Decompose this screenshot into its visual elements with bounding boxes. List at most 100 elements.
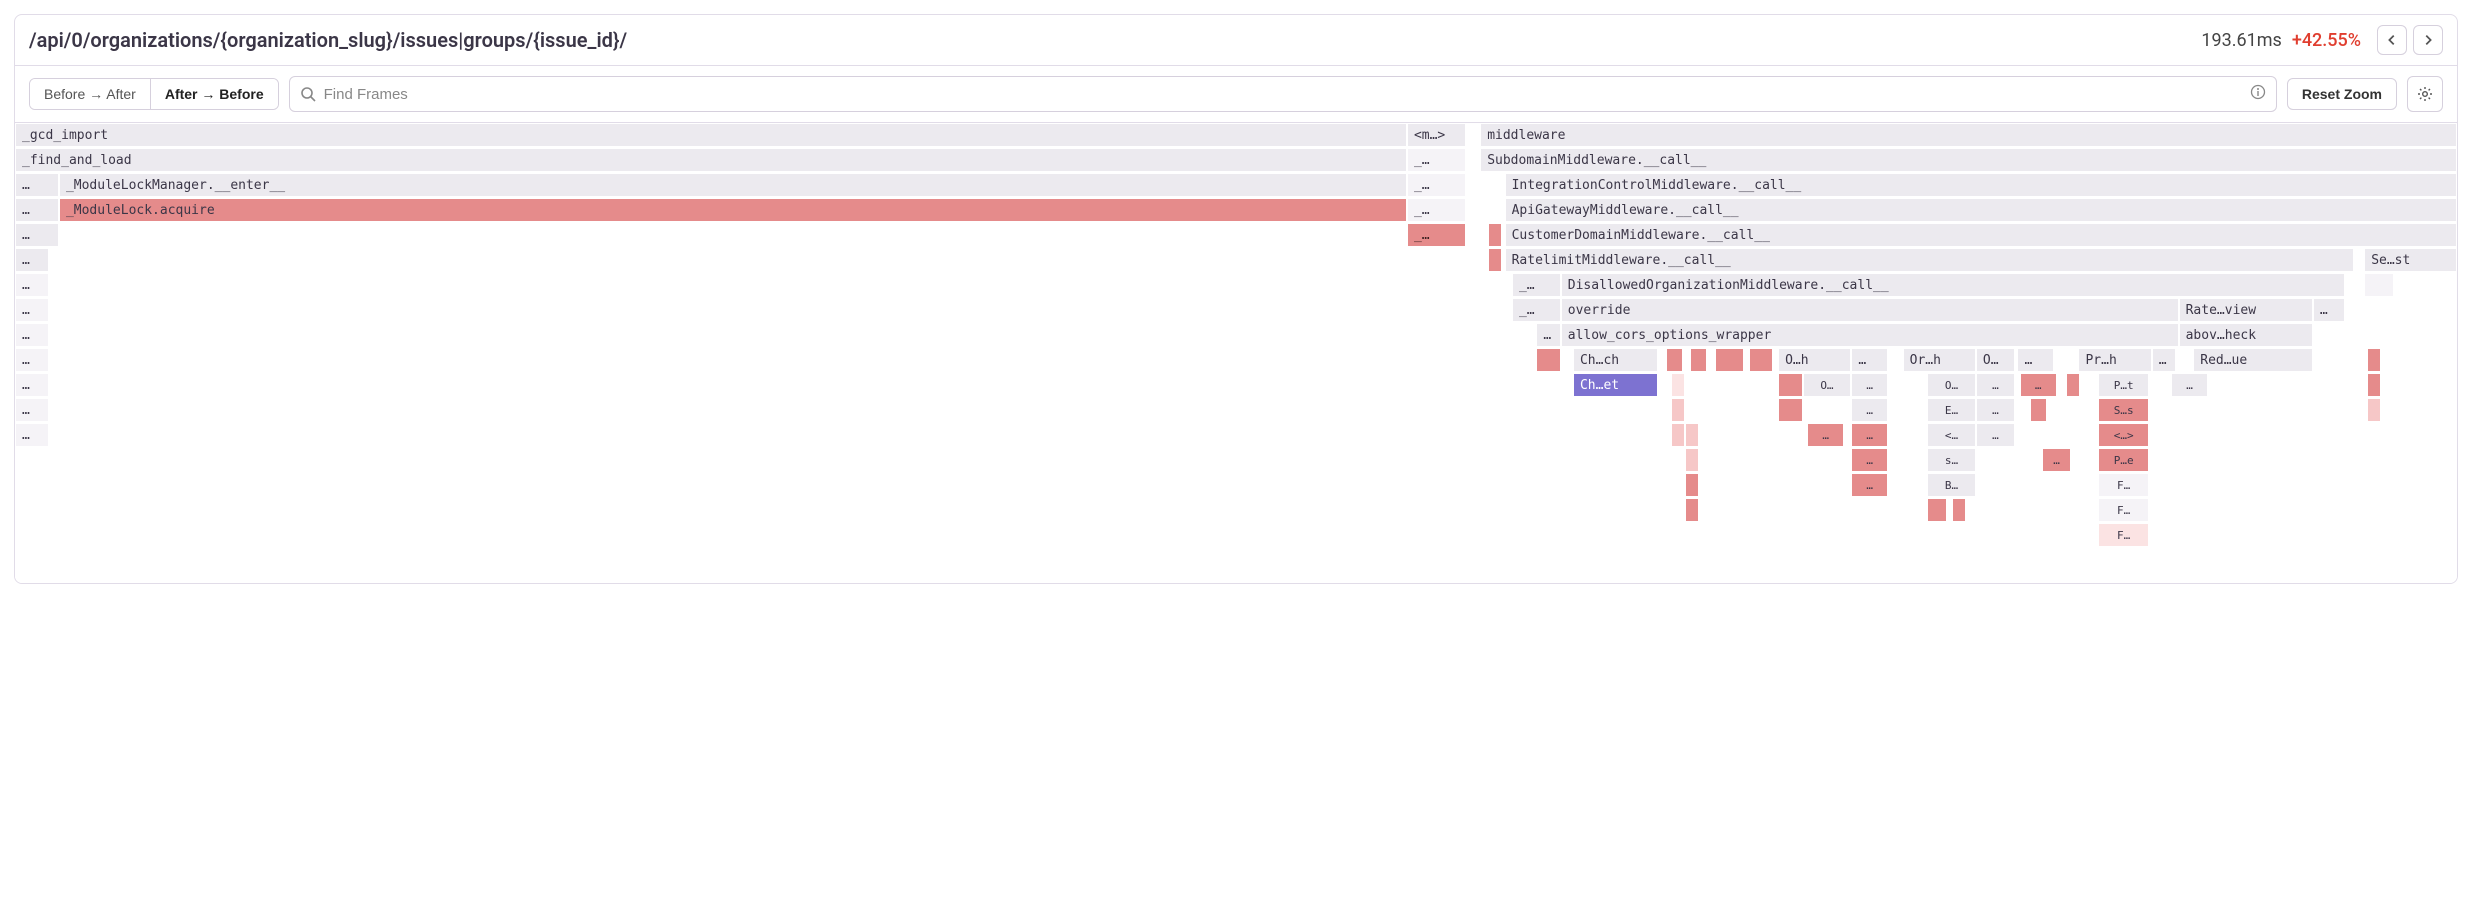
flame-frame[interactable]: DisallowedOrganizationMiddleware.__call_…: [1561, 273, 2345, 297]
flame-frame[interactable]: …: [15, 298, 49, 322]
flame-frame[interactable]: …: [1851, 348, 1888, 372]
flame-frame[interactable]: _…: [1407, 198, 1466, 222]
flame-frame[interactable]: [1685, 498, 1699, 522]
flame-frame[interactable]: CustomerDomainMiddleware.__call__: [1505, 223, 2457, 247]
search-input[interactable]: [324, 86, 2242, 103]
flame-frame[interactable]: …: [2313, 298, 2345, 322]
flame-frame[interactable]: …: [15, 273, 49, 297]
flame-frame[interactable]: [2030, 398, 2047, 422]
flame-frame[interactable]: [1536, 348, 1560, 372]
flame-frame[interactable]: …: [15, 373, 49, 397]
flame-frame[interactable]: O…: [1976, 348, 2015, 372]
flame-frame[interactable]: …: [2171, 373, 2208, 397]
flame-frame[interactable]: _…: [1407, 223, 1466, 247]
flame-frame[interactable]: Rate…view: [2179, 298, 2313, 322]
flame-frame[interactable]: E…: [1927, 398, 1976, 422]
flame-frame[interactable]: ApiGatewayMiddleware.__call__: [1505, 198, 2457, 222]
flame-frame[interactable]: [1778, 373, 1802, 397]
flame-frame[interactable]: IntegrationControlMiddleware.__call__: [1505, 173, 2457, 197]
flame-frame[interactable]: [1749, 348, 1773, 372]
flame-frame[interactable]: <m…>: [1407, 123, 1466, 147]
flame-frame[interactable]: …: [15, 348, 49, 372]
flame-frame[interactable]: _find_and_load: [15, 148, 1407, 172]
flame-frame[interactable]: [2364, 273, 2393, 297]
flame-frame[interactable]: [1671, 398, 1685, 422]
flame-frame[interactable]: …: [15, 223, 59, 247]
flame-frame[interactable]: …: [2017, 348, 2054, 372]
flame-frame[interactable]: Se…st: [2364, 248, 2457, 272]
flame-frame[interactable]: Or…h: [1903, 348, 1976, 372]
flame-frame[interactable]: Red…ue: [2193, 348, 2313, 372]
flame-frame[interactable]: Ch…ch: [1573, 348, 1658, 372]
flame-frame[interactable]: _…: [1407, 173, 1466, 197]
flame-frame[interactable]: _…: [1407, 148, 1466, 172]
flame-frame[interactable]: O…: [1803, 373, 1852, 397]
flame-frame[interactable]: …: [1851, 423, 1888, 447]
flame-frame[interactable]: [1685, 448, 1699, 472]
flame-frame[interactable]: …: [15, 248, 49, 272]
flame-frame[interactable]: …: [2020, 373, 2057, 397]
flame-frame[interactable]: S…s: [2098, 398, 2149, 422]
flame-frame[interactable]: allow_cors_options_wrapper: [1561, 323, 2179, 347]
flame-frame[interactable]: B…: [1927, 473, 1976, 497]
flame-frame[interactable]: _ModuleLockManager.__enter__: [59, 173, 1407, 197]
flame-frame[interactable]: [1715, 348, 1744, 372]
settings-button[interactable]: [2407, 76, 2443, 112]
flame-frame[interactable]: <…: [1927, 423, 1976, 447]
flame-frame[interactable]: _gcd_import: [15, 123, 1407, 147]
flame-frame[interactable]: …: [15, 173, 59, 197]
flame-frame[interactable]: …: [2152, 348, 2176, 372]
flame-frame[interactable]: abov…heck: [2179, 323, 2313, 347]
flame-frame[interactable]: P…e: [2098, 448, 2149, 472]
toggle-before-after[interactable]: Before → After: [30, 79, 151, 109]
flame-frame[interactable]: …: [1976, 398, 2015, 422]
toggle-after-before[interactable]: After → Before: [151, 79, 278, 109]
flame-frame[interactable]: …: [1976, 373, 2015, 397]
info-icon[interactable]: [2250, 84, 2266, 104]
flame-frame[interactable]: Ch…et: [1573, 373, 1658, 397]
flame-frame[interactable]: [1685, 473, 1699, 497]
flame-frame[interactable]: [2066, 373, 2080, 397]
flame-frame[interactable]: …: [15, 198, 59, 222]
flame-frame[interactable]: s…: [1927, 448, 1976, 472]
flame-frame[interactable]: …: [15, 398, 49, 422]
flame-frame[interactable]: [1488, 223, 1502, 247]
flame-frame[interactable]: F…: [2098, 473, 2149, 497]
flame-frame[interactable]: [1671, 373, 1685, 397]
flame-frame[interactable]: [1952, 498, 1966, 522]
flame-frame[interactable]: F…: [2098, 498, 2149, 522]
flame-frame[interactable]: …: [1851, 473, 1888, 497]
flame-frame[interactable]: …: [15, 423, 49, 447]
flame-frame[interactable]: _…: [1512, 273, 1561, 297]
flame-frame[interactable]: RatelimitMiddleware.__call__: [1505, 248, 2355, 272]
flame-frame[interactable]: [1778, 398, 1802, 422]
flame-frame[interactable]: …: [1851, 448, 1888, 472]
prev-button[interactable]: [2377, 25, 2407, 55]
flame-chart[interactable]: _gcd_import <m…> _find_and_load _… … _Mo…: [15, 123, 2457, 583]
flame-frame[interactable]: _…: [1512, 298, 1561, 322]
flame-frame[interactable]: [2367, 348, 2381, 372]
flame-frame[interactable]: O…h: [1778, 348, 1851, 372]
next-button[interactable]: [2413, 25, 2443, 55]
flame-frame[interactable]: …: [1807, 423, 1844, 447]
flame-frame[interactable]: F…: [2098, 523, 2149, 547]
reset-zoom-button[interactable]: Reset Zoom: [2287, 78, 2397, 110]
flame-frame[interactable]: _ModuleLock.acquire: [59, 198, 1407, 222]
flame-frame[interactable]: <…>: [2098, 423, 2149, 447]
flame-frame[interactable]: …: [1851, 398, 1888, 422]
flame-frame[interactable]: [1488, 248, 1502, 272]
flame-frame[interactable]: …: [1536, 323, 1560, 347]
flame-frame[interactable]: O…: [1927, 373, 1976, 397]
flame-frame[interactable]: SubdomainMiddleware.__call__: [1480, 148, 2457, 172]
flame-frame[interactable]: …: [1851, 373, 1888, 397]
flame-frame[interactable]: [1927, 498, 1947, 522]
flame-frame[interactable]: [2367, 373, 2381, 397]
flame-frame[interactable]: …: [15, 323, 49, 347]
flame-frame[interactable]: …: [2042, 448, 2071, 472]
flame-frame[interactable]: [1666, 348, 1683, 372]
flame-frame[interactable]: …: [1976, 423, 2015, 447]
flame-frame[interactable]: override: [1561, 298, 2179, 322]
flame-frame[interactable]: [1685, 423, 1699, 447]
flame-frame[interactable]: [1690, 348, 1707, 372]
flame-frame[interactable]: Pr…h: [2078, 348, 2151, 372]
